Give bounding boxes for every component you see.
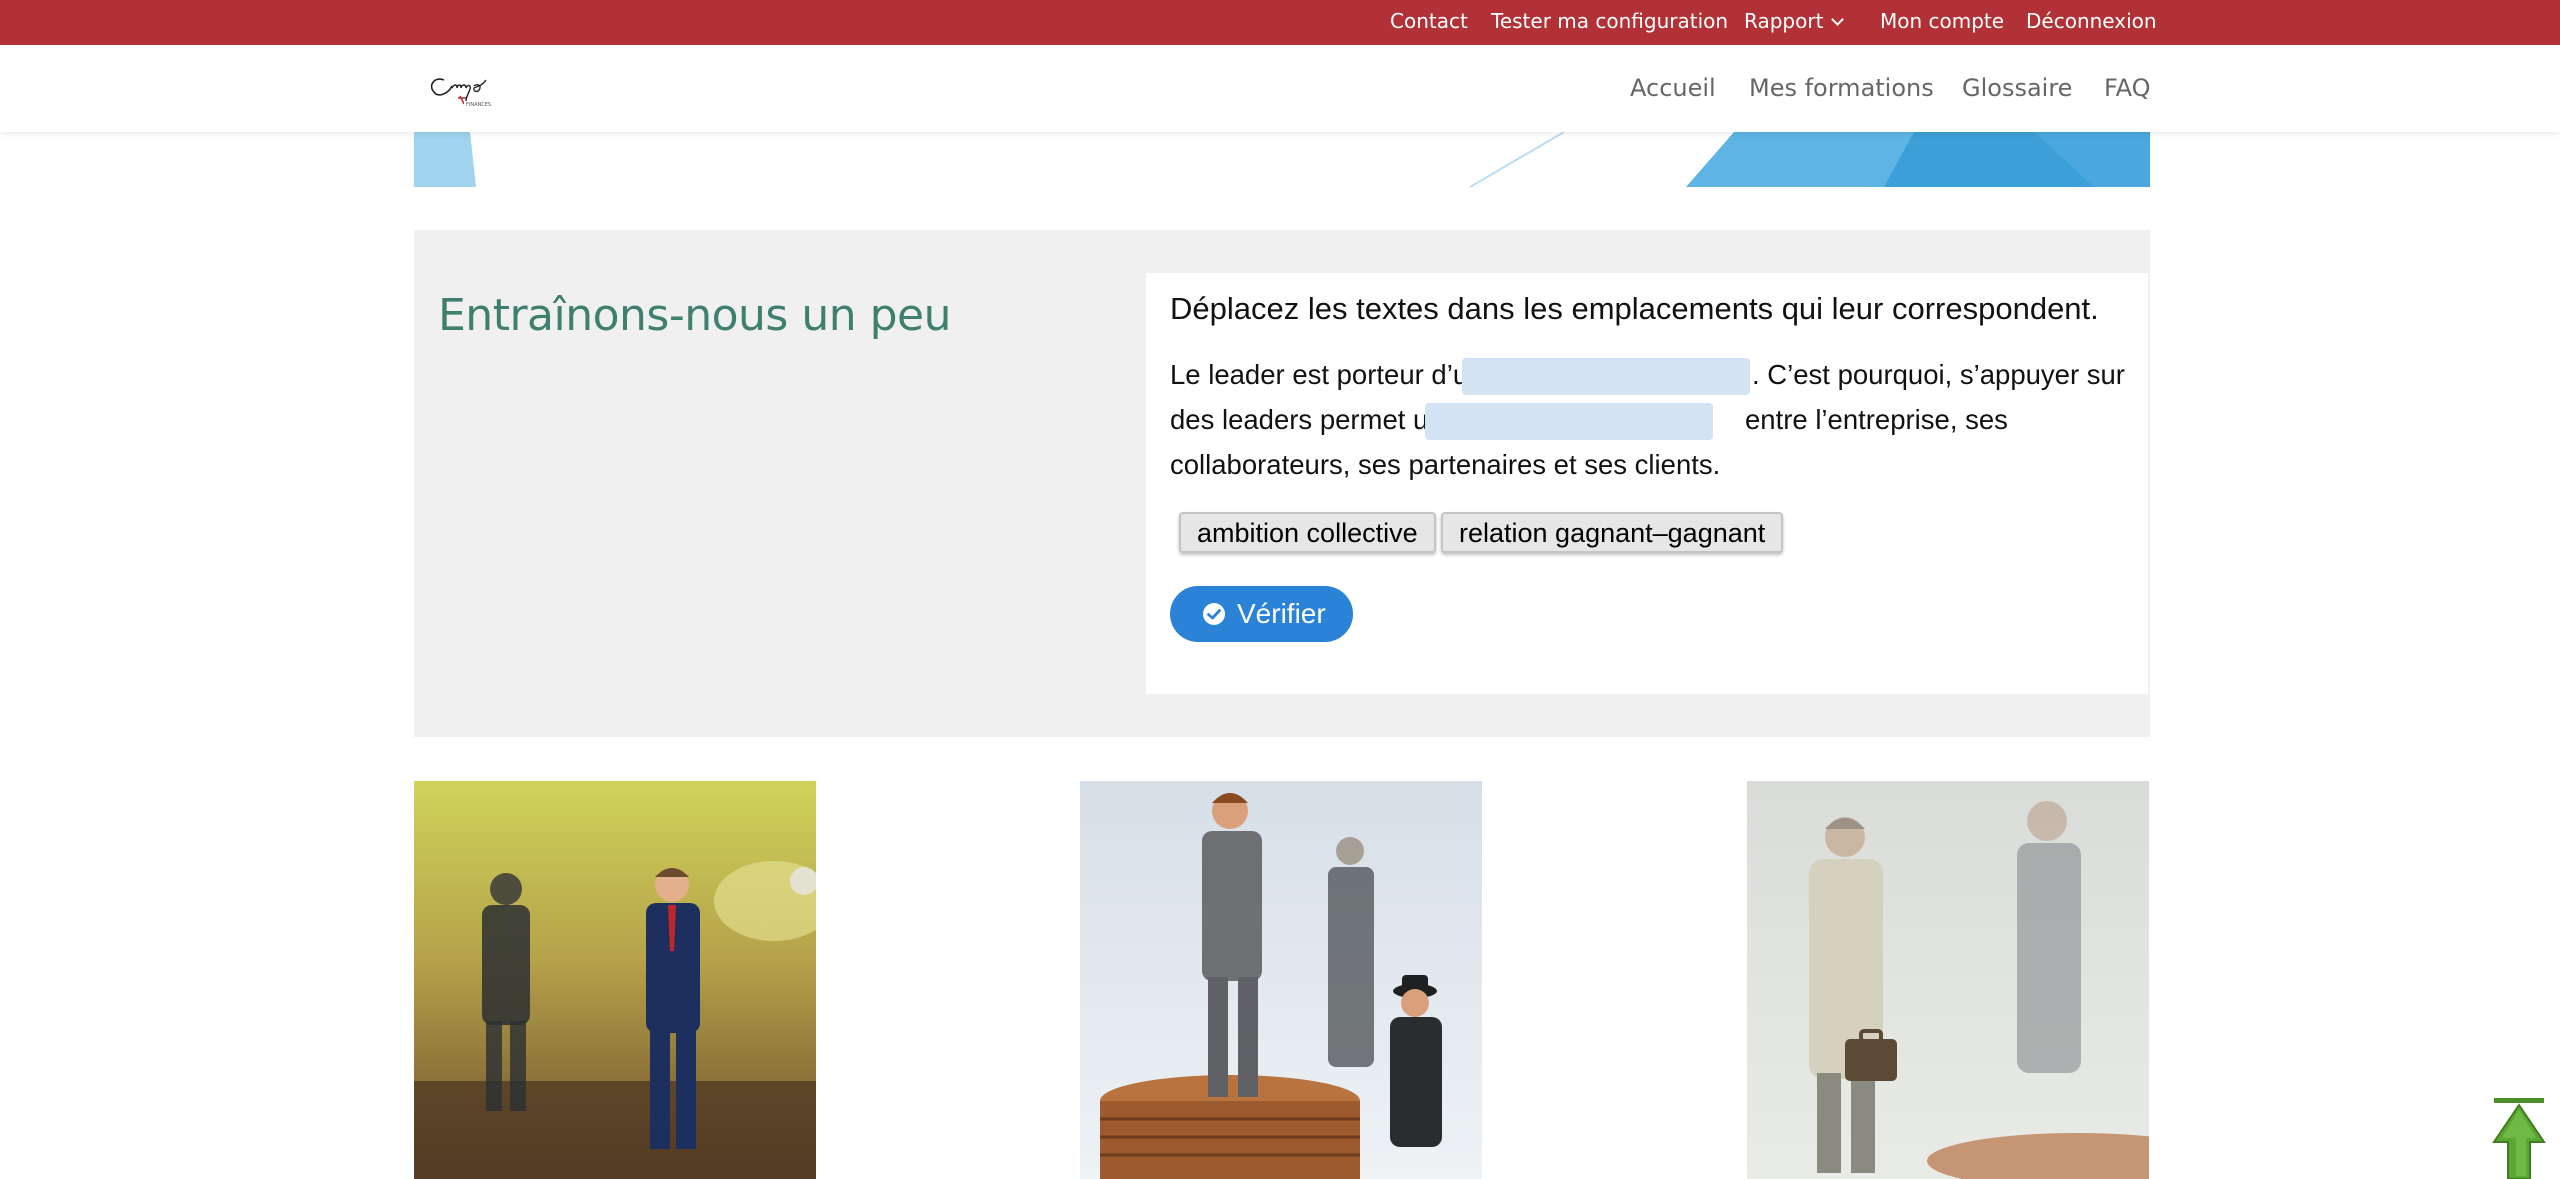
exercise-title: Entraînons-nous un peu — [438, 290, 951, 341]
contact-link[interactable]: Contact — [1390, 0, 1468, 45]
sentence-part-2: . C’est pourquoi, s’appuyer sur — [1752, 359, 2125, 390]
chevron-down-icon — [1831, 13, 1845, 26]
coins-image — [1080, 781, 1482, 1179]
nav-faq[interactable]: FAQ — [2104, 45, 2151, 132]
deconnexion-link[interactable]: Déconnexion — [2026, 0, 2157, 45]
instruction-text: Déplacez les textes dans les emplacement… — [1170, 291, 2099, 326]
site-logo[interactable]: FINANCES — [424, 64, 502, 112]
nav-accueil[interactable]: Accueil — [1630, 45, 1716, 132]
exercise-section: Entraînons-nous un peu Déplacez les text… — [414, 230, 2150, 737]
banner-graphic — [414, 132, 2150, 187]
check-circle-icon — [1203, 603, 1225, 625]
sentence-part-3: des leaders permet une — [1170, 404, 1459, 435]
verify-button[interactable]: Vérifier — [1170, 586, 1353, 642]
mon-compte-link[interactable]: Mon compte — [1880, 0, 2004, 45]
hero-banner — [414, 132, 2150, 187]
nav-glossaire[interactable]: Glossaire — [1962, 45, 2072, 132]
draggable-ambition-collective[interactable]: ambition collective — [1179, 512, 1436, 553]
sentence-part-4: entre l’entreprise, ses — [1745, 404, 2008, 435]
site-header: FINANCES Accueil Mes formations Glossair… — [0, 45, 2560, 132]
briefcase-image — [1747, 781, 2149, 1179]
photo-figurines-thinking — [414, 781, 816, 1179]
sentence-part-1: Le leader est porteur d’une — [1170, 359, 1499, 390]
svg-text:FINANCES: FINANCES — [466, 102, 491, 108]
rapport-label: Rapport — [1744, 9, 1824, 33]
verify-label: Vérifier — [1237, 598, 1326, 629]
rapport-menu[interactable]: Rapport — [1744, 0, 1845, 45]
tester-configuration-link[interactable]: Tester ma configuration — [1491, 0, 1728, 45]
drag-drop-card: Déplacez les textes dans les emplacement… — [1146, 273, 2148, 694]
draggable-relation-gagnant-gagnant[interactable]: relation gagnant–gagnant — [1441, 512, 1784, 553]
scroll-to-top-arrow-icon[interactable] — [2492, 1098, 2546, 1179]
figurines-image — [414, 781, 816, 1179]
nav-mes-formations[interactable]: Mes formations — [1749, 45, 1934, 132]
photo-figurine-briefcase — [1747, 781, 2149, 1179]
sentence-part-5: collaborateurs, ses partenaires et ses c… — [1170, 449, 1721, 480]
drop-zone-2[interactable] — [1425, 403, 1713, 440]
top-bar: Contact Tester ma configuration Rapport … — [0, 0, 2560, 45]
photo-figurines-on-coins — [1080, 781, 1482, 1179]
drop-zone-1[interactable] — [1462, 358, 1750, 395]
